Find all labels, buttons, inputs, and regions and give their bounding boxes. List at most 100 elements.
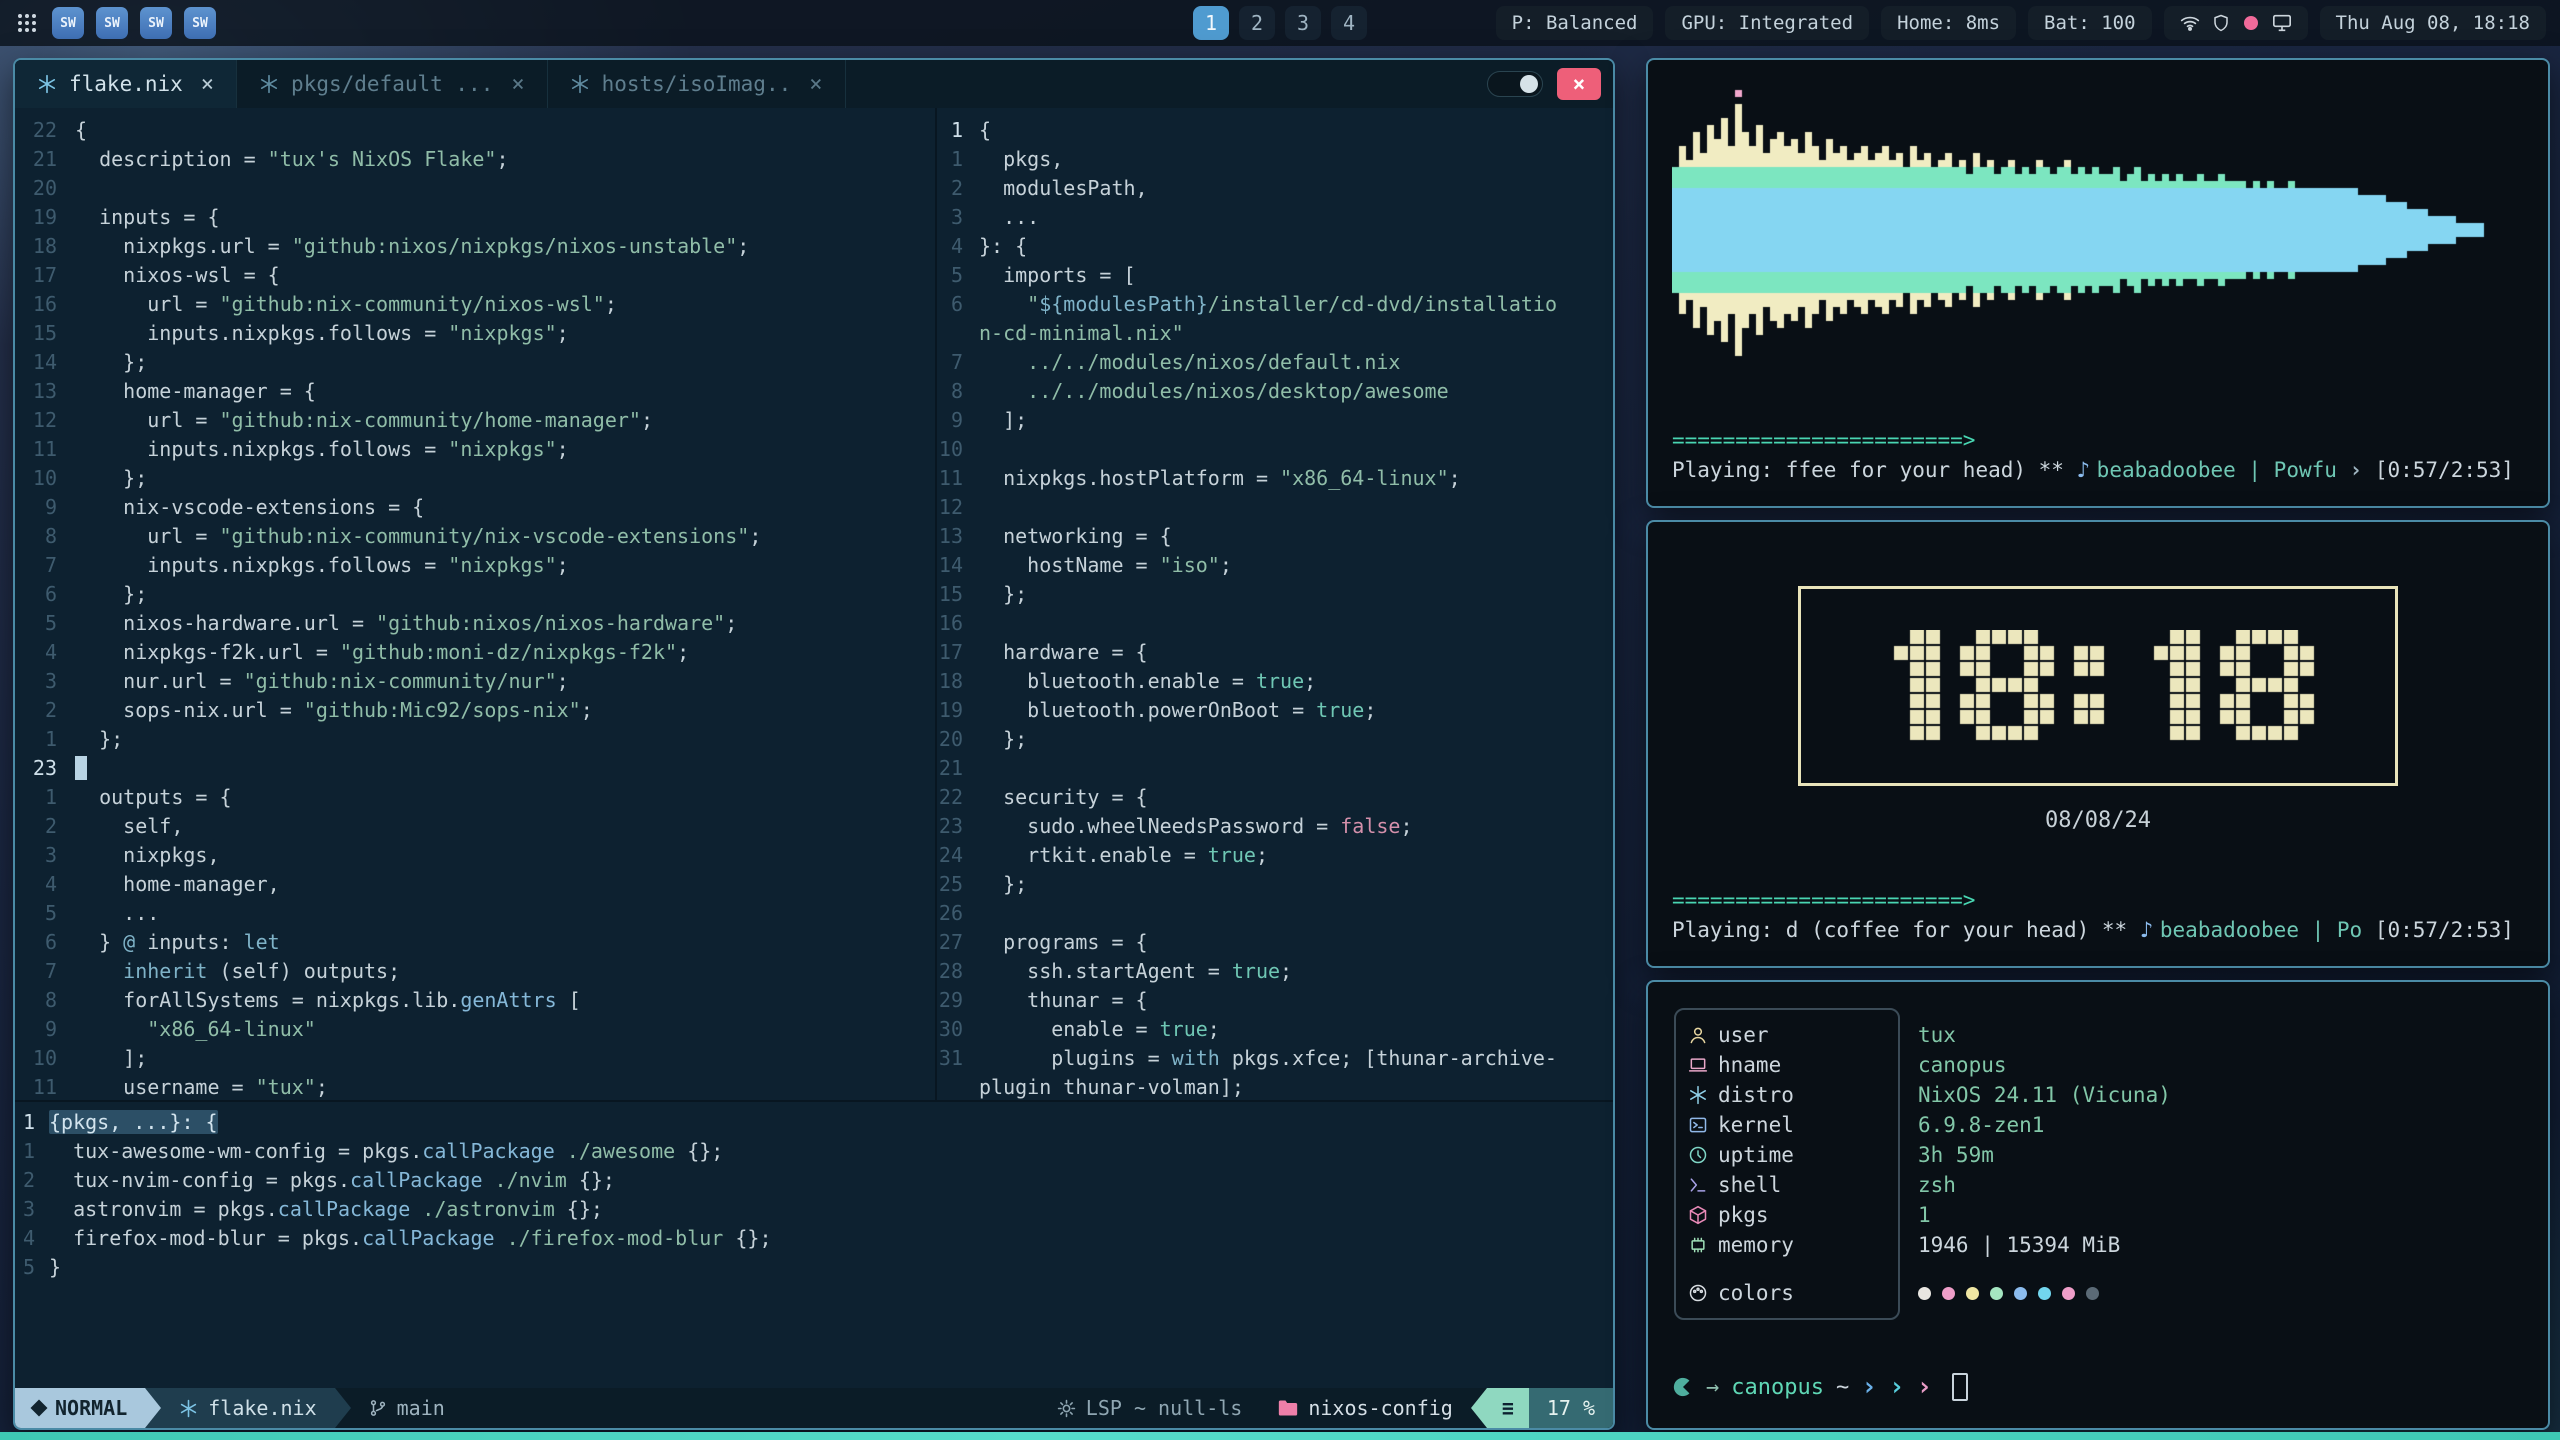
code-line[interactable]: 5 ... [15, 899, 935, 928]
code-line[interactable]: 25 }; [937, 870, 1613, 899]
code-line[interactable]: 3 nixpkgs, [15, 841, 935, 870]
code-line[interactable]: 2 modulesPath, [937, 174, 1613, 203]
code-line[interactable]: 8 forAllSystems = nixpkgs.lib.genAttrs [ [15, 986, 935, 1015]
code-line[interactable]: 7 inputs.nixpkgs.follows = "nixpkgs"; [15, 551, 935, 580]
code-line[interactable]: 20 [15, 174, 935, 203]
code-line[interactable]: 2 self, [15, 812, 935, 841]
tab-flake-nix[interactable]: flake.nix × [15, 60, 237, 108]
code-line[interactable]: 9 nix-vscode-extensions = { [15, 493, 935, 522]
tag-1[interactable]: 1 [1193, 6, 1229, 40]
code-line[interactable]: 2 tux-nvim-config = pkgs.callPackage ./n… [15, 1166, 1613, 1195]
tag-3[interactable]: 3 [1285, 6, 1321, 40]
code-line[interactable]: 1 tux-awesome-wm-config = pkgs.callPacka… [15, 1137, 1613, 1166]
code-line[interactable]: 8 ../../modules/nixos/desktop/awesome [937, 377, 1613, 406]
code-line[interactable]: 1{ [937, 116, 1613, 145]
workspace-app-badge[interactable]: SW [184, 7, 216, 39]
code-line[interactable]: 27 programs = { [937, 928, 1613, 957]
workspace-app-badge[interactable]: SW [96, 7, 128, 39]
code-token: ; [737, 234, 749, 258]
code-line[interactable]: 24 rtkit.enable = true; [937, 841, 1613, 870]
code-line[interactable]: 21 [937, 754, 1613, 783]
code-line[interactable]: 20 }; [937, 725, 1613, 754]
code-line[interactable]: 15 inputs.nixpkgs.follows = "nixpkgs"; [15, 319, 935, 348]
code-line[interactable]: 12 url = "github:nix-community/home-mana… [15, 406, 935, 435]
code-line[interactable]: 5 imports = [ [937, 261, 1613, 290]
code-line[interactable]: 11 inputs.nixpkgs.follows = "nixpkgs"; [15, 435, 935, 464]
code-line[interactable]: 7 inherit (self) outputs; [15, 957, 935, 986]
code-line[interactable]: plugin thunar-volman]; [937, 1073, 1613, 1100]
code-line[interactable]: 19 inputs = { [15, 203, 935, 232]
code-line[interactable]: 6 } @ inputs: let [15, 928, 935, 957]
code-line[interactable]: 22{ [15, 116, 935, 145]
code-line[interactable]: 5 nixos-hardware.url = "github:nixos/nix… [15, 609, 935, 638]
code-line[interactable]: 5} [15, 1253, 1613, 1282]
code-line[interactable]: 2 sops-nix.url = "github:Mic92/sops-nix"… [15, 696, 935, 725]
code-line[interactable]: 30 enable = true; [937, 1015, 1613, 1044]
code-line[interactable]: 10 }; [15, 464, 935, 493]
tab-hosts-isoimage[interactable]: hosts/isoImag.. × [548, 60, 846, 108]
code-line[interactable]: 16 url = "github:nix-community/nixos-wsl… [15, 290, 935, 319]
code-line[interactable]: 9 ]; [937, 406, 1613, 435]
code-line[interactable]: 4 nixpkgs-f2k.url = "github:moni-dz/nixp… [15, 638, 935, 667]
code-line[interactable]: 14 }; [15, 348, 935, 377]
code-line[interactable]: 10 ]; [15, 1044, 935, 1073]
code-line[interactable]: 11 username = "tux"; [15, 1073, 935, 1100]
code-token: "github:nix-community/nix-vscode-extensi… [220, 524, 750, 548]
code-line[interactable]: 23 sudo.wheelNeedsPassword = false; [937, 812, 1613, 841]
code-line[interactable]: 28 ssh.startAgent = true; [937, 957, 1613, 986]
code-line[interactable]: 4}: { [937, 232, 1613, 261]
code-line[interactable]: 14 hostName = "iso"; [937, 551, 1613, 580]
workspace-app-badge[interactable]: SW [140, 7, 172, 39]
code-line[interactable]: 4 home-manager, [15, 870, 935, 899]
shell-prompt[interactable]: → canopus ~ ››› [1672, 1372, 2524, 1408]
code-line[interactable]: 1 outputs = { [15, 783, 935, 812]
code-line[interactable]: 26 [937, 899, 1613, 928]
code-line[interactable]: 21 description = "tux's NixOS Flake"; [15, 145, 935, 174]
workspace-app-badge[interactable]: SW [52, 7, 84, 39]
code-line[interactable]: 3 ... [937, 203, 1613, 232]
toggle-switch[interactable] [1487, 71, 1543, 97]
code-line[interactable]: 15 }; [937, 580, 1613, 609]
window-close-button[interactable]: × [1557, 68, 1601, 100]
code-line[interactable]: 3 nur.url = "github:nix-community/nur"; [15, 667, 935, 696]
fetch-row-colors: colors [1688, 1278, 2508, 1308]
code-line[interactable]: 1 pkgs, [937, 145, 1613, 174]
code-line[interactable]: 13 home-manager = { [15, 377, 935, 406]
line-number: 10 [937, 435, 979, 464]
code-text: inputs.nixpkgs.follows = "nixpkgs"; [75, 319, 569, 348]
tab-close-icon[interactable]: × [809, 72, 822, 97]
code-line[interactable]: 18 nixpkgs.url = "github:nixos/nixpkgs/n… [15, 232, 935, 261]
code-line[interactable]: 9 "x86_64-linux" [15, 1015, 935, 1044]
code-line[interactable]: 31 plugins = with pkgs.xfce; [thunar-arc… [937, 1044, 1613, 1073]
shell-icon [1688, 1175, 1718, 1195]
code-line[interactable]: 11 nixpkgs.hostPlatform = "x86_64-linux"… [937, 464, 1613, 493]
tab-pkgs-default[interactable]: pkgs/default ... × [237, 60, 548, 108]
tag-2[interactable]: 2 [1239, 6, 1275, 40]
code-line[interactable]: n-cd-minimal.nix" [937, 319, 1613, 348]
code-line[interactable]: 10 [937, 435, 1613, 464]
code-line[interactable]: 17 hardware = { [937, 638, 1613, 667]
terminal-color-dot [2038, 1287, 2051, 1300]
code-line[interactable]: 19 bluetooth.powerOnBoot = true; [937, 696, 1613, 725]
code-line[interactable]: 18 bluetooth.enable = true; [937, 667, 1613, 696]
gpu-status: GPU: Integrated [1665, 6, 1869, 40]
code-line[interactable]: 8 url = "github:nix-community/nix-vscode… [15, 522, 935, 551]
tab-close-icon[interactable]: × [511, 72, 524, 97]
code-line[interactable]: 3 astronvim = pkgs.callPackage ./astronv… [15, 1195, 1613, 1224]
code-line[interactable]: 16 [937, 609, 1613, 638]
code-line[interactable]: 1 }; [15, 725, 935, 754]
code-line[interactable]: 17 nixos-wsl = { [15, 261, 935, 290]
code-line[interactable]: 29 thunar = { [937, 986, 1613, 1015]
code-line[interactable]: 6 }; [15, 580, 935, 609]
code-line[interactable]: 4 firefox-mod-blur = pkgs.callPackage ./… [15, 1224, 1613, 1253]
code-line[interactable]: 1{pkgs, ...}: { [15, 1108, 1613, 1137]
tab-close-icon[interactable]: × [201, 72, 214, 97]
code-line[interactable]: 23 [15, 754, 935, 783]
code-line[interactable]: 12 [937, 493, 1613, 522]
code-line[interactable]: 13 networking = { [937, 522, 1613, 551]
code-line[interactable]: 7 ../../modules/nixos/default.nix [937, 348, 1613, 377]
tag-4[interactable]: 4 [1331, 6, 1367, 40]
code-line[interactable]: 22 security = { [937, 783, 1613, 812]
code-line[interactable]: 6 "${modulesPath}/installer/cd-dvd/insta… [937, 290, 1613, 319]
app-launcher-icon[interactable] [14, 10, 40, 36]
